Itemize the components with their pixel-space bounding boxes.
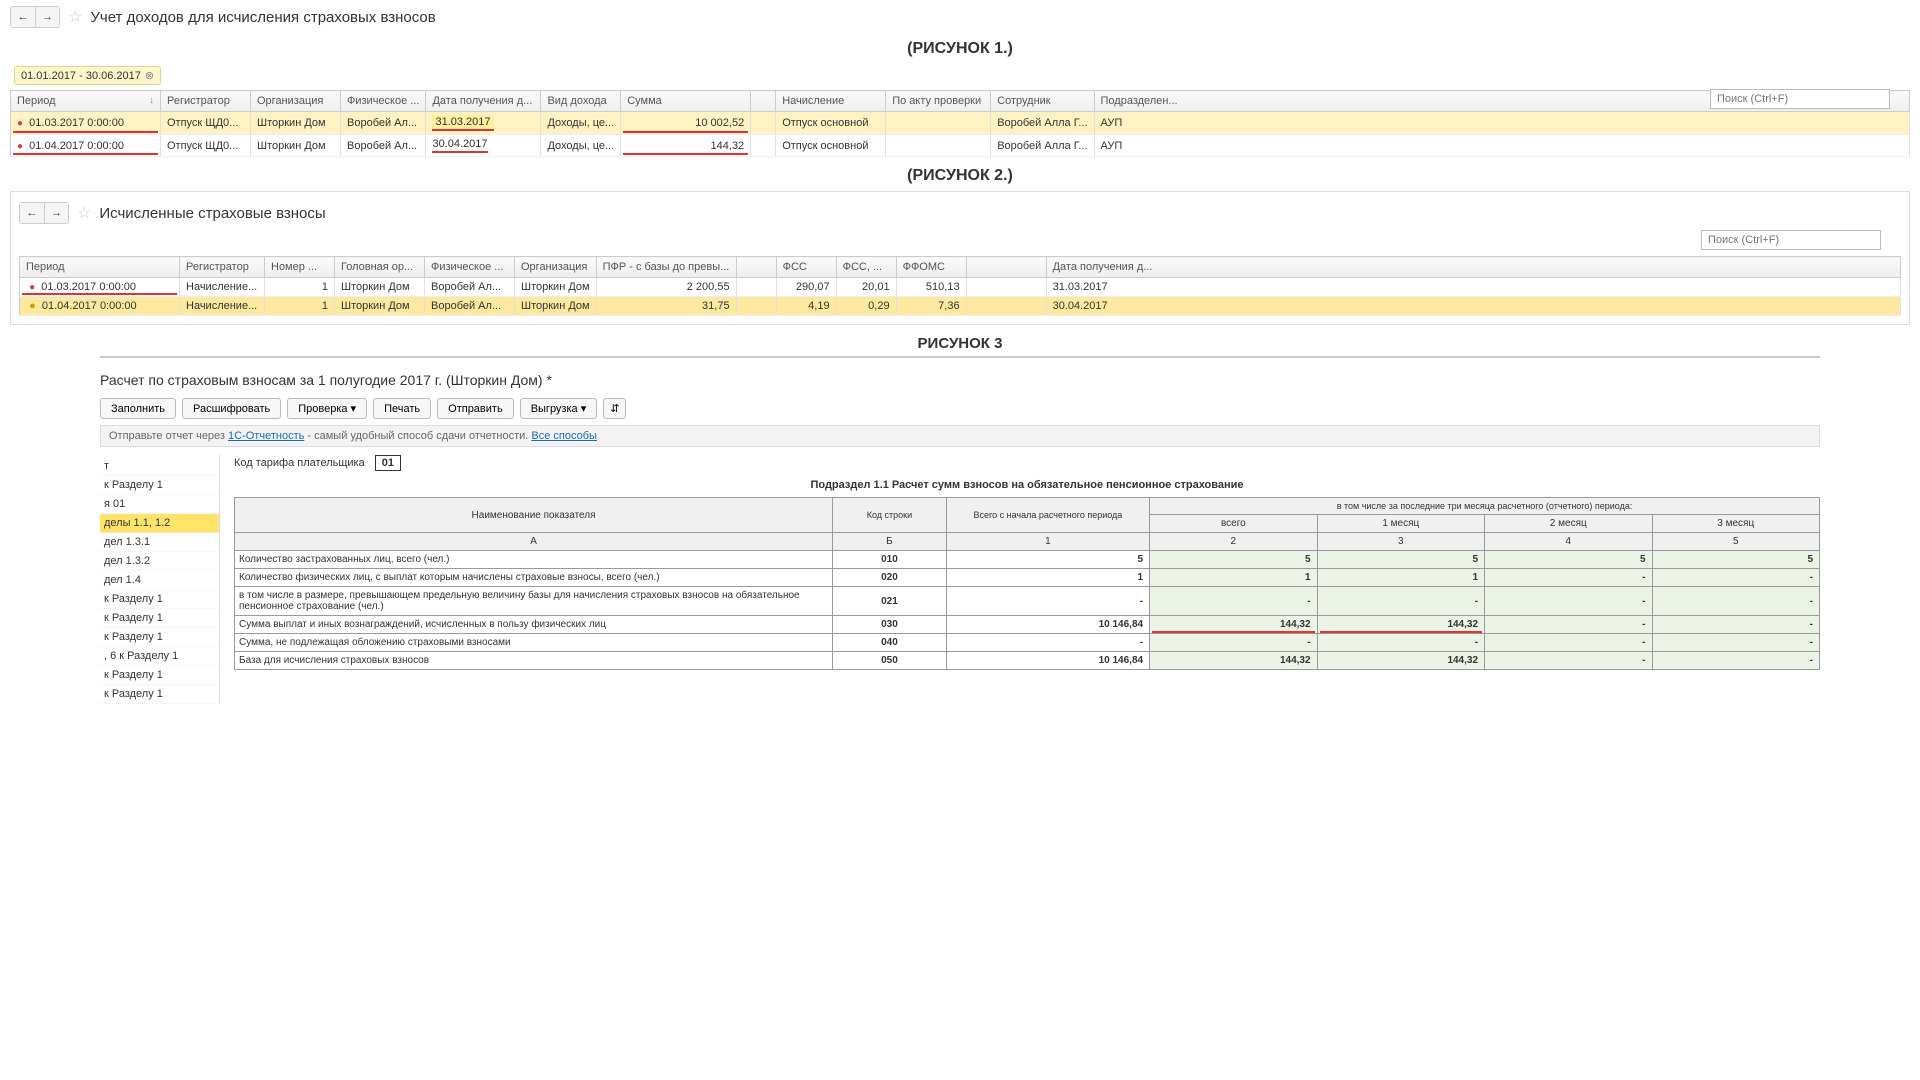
- table-row[interactable]: ● 01.03.2017 0:00:00 Отпуск ЩД0...Шторки…: [11, 112, 1910, 135]
- contrib-grid: Период Регистратор Номер ... Головная ор…: [19, 256, 1901, 316]
- col-nach[interactable]: Начисление: [776, 91, 886, 112]
- col-akt[interactable]: По акту проверки: [886, 91, 991, 112]
- tree-item[interactable]: т: [100, 457, 219, 476]
- figure-1-label: (РИСУНОК 1.): [10, 40, 1910, 58]
- h-name: Наименование показателя: [235, 498, 833, 533]
- h-code: Код строки: [833, 498, 947, 533]
- h-total: Всего с начала расчетного периода: [946, 498, 1149, 533]
- col-period[interactable]: Период: [20, 257, 180, 278]
- search-input[interactable]: [1701, 230, 1881, 250]
- tree-item[interactable]: дел 1.3.1: [100, 533, 219, 552]
- link-all-ways[interactable]: Все способы: [531, 430, 597, 442]
- col-sum[interactable]: Сумма: [621, 91, 751, 112]
- col-registrator[interactable]: Регистратор: [161, 91, 251, 112]
- tarif-label: Код тарифа плательщика: [234, 457, 365, 469]
- star-icon[interactable]: ☆: [68, 7, 82, 27]
- report-row: Количество застрахованных лиц, всего (че…: [235, 551, 1820, 569]
- report-row: Сумма выплат и иных вознаграждений, исчи…: [235, 616, 1820, 634]
- col-period[interactable]: Период↓: [11, 91, 161, 112]
- col-sotr[interactable]: Сотрудник: [991, 91, 1094, 112]
- section-tree: тк Разделу 1я 01делы 1.1, 1.2дел 1.3.1де…: [100, 455, 220, 704]
- tarif-value[interactable]: 01: [375, 455, 401, 471]
- toolbar-button-1[interactable]: Расшифровать: [182, 398, 281, 419]
- back-button[interactable]: ←: [11, 7, 35, 27]
- col-fiz[interactable]: Физическое ...: [425, 257, 515, 278]
- col-pfr[interactable]: ПФР - с базы до превы...: [596, 257, 736, 278]
- tree-item[interactable]: делы 1.1, 1.2: [100, 514, 219, 533]
- col-reg[interactable]: Регистратор: [180, 257, 265, 278]
- col-fssd[interactable]: ФСС, ...: [836, 257, 896, 278]
- toolbar-button-0[interactable]: Заполнить: [100, 398, 176, 419]
- forward-button[interactable]: →: [44, 203, 68, 223]
- col-fiz[interactable]: Физическое ...: [341, 91, 426, 112]
- figure-2-label: (РИСУНОК 2.): [0, 167, 1920, 185]
- tree-item[interactable]: к Разделу 1: [100, 685, 219, 704]
- table-row[interactable]: ● 01.04.2017 0:00:00 Начисление...1Шторк…: [20, 297, 1901, 316]
- report-row: Сумма, не подлежащая обложению страховым…: [235, 634, 1820, 652]
- report-row: в том числе в размере, превышающем преде…: [235, 587, 1820, 616]
- report-row: Количество физических лиц, с выплат кото…: [235, 569, 1820, 587]
- hint-bar: Отправьте отчет через 1С-Отчетность - са…: [100, 425, 1820, 447]
- tree-item[interactable]: к Разделу 1: [100, 666, 219, 685]
- page-title-1: Учет доходов для исчисления страховых вз…: [90, 9, 435, 26]
- tree-item[interactable]: дел 1.3.2: [100, 552, 219, 571]
- tree-item[interactable]: к Разделу 1: [100, 628, 219, 647]
- nav-buttons-1: ← →: [10, 6, 60, 28]
- report-title: Расчет по страховым взносам за 1 полугод…: [100, 372, 1820, 388]
- report-toolbar: Заполнить Расшифровать Проверка ▾ Печать Отп…: [100, 398, 1820, 419]
- tree-item[interactable]: к Разделу 1: [100, 609, 219, 628]
- h-group: в том числе за последние три месяца расч…: [1150, 498, 1820, 515]
- tree-item[interactable]: дел 1.4: [100, 571, 219, 590]
- tree-item[interactable]: к Разделу 1: [100, 476, 219, 495]
- col-blank: [751, 91, 776, 112]
- report-row: База для исчисления страховых взносов050…: [235, 652, 1820, 670]
- col-vid[interactable]: Вид дохода: [541, 91, 621, 112]
- link-1c-report[interactable]: 1С-Отчетность: [228, 430, 304, 442]
- col-date[interactable]: Дата получения д...: [426, 91, 541, 112]
- toolbar-button-3[interactable]: Печать: [373, 398, 431, 419]
- toolbar-button-2[interactable]: Проверка ▾: [287, 398, 367, 419]
- table-row[interactable]: ● 01.04.2017 0:00:00 Отпуск ЩД0...Шторки…: [11, 135, 1910, 157]
- tree-item[interactable]: , 6 к Разделу 1: [100, 647, 219, 666]
- col-date[interactable]: Дата получения д...: [1046, 257, 1900, 278]
- grid-header: Период↓ Регистратор Организация Физическ…: [11, 91, 1910, 112]
- chip-close-icon[interactable]: ⊗: [145, 69, 154, 82]
- col-blank2: [966, 257, 1046, 278]
- table-row[interactable]: ● 01.03.2017 0:00:00 Начисление...1Шторк…: [20, 278, 1901, 297]
- figure-3-label: РИСУНОК 3: [0, 335, 1920, 352]
- nav-buttons-2: ← →: [19, 202, 69, 224]
- tree-item[interactable]: к Разделу 1: [100, 590, 219, 609]
- search-box-2: [1701, 230, 1881, 250]
- attach-button[interactable]: ⇵: [603, 398, 626, 419]
- forward-button[interactable]: →: [35, 7, 59, 27]
- toolbar-button-4[interactable]: Отправить: [437, 398, 514, 419]
- star-icon[interactable]: ☆: [77, 203, 91, 223]
- col-org[interactable]: Организация: [515, 257, 597, 278]
- report-table: Наименование показателя Код строки Всего…: [234, 497, 1820, 670]
- subsection-title: Подраздел 1.1 Расчет сумм взносов на обя…: [234, 479, 1820, 491]
- back-button[interactable]: ←: [20, 203, 44, 223]
- col-num[interactable]: Номер ...: [265, 257, 335, 278]
- col-fss[interactable]: ФСС: [776, 257, 836, 278]
- col-ffoms[interactable]: ФФОМС: [896, 257, 966, 278]
- col-org[interactable]: Организация: [251, 91, 341, 112]
- income-grid: Период↓ Регистратор Организация Физическ…: [10, 90, 1910, 157]
- tree-item[interactable]: я 01: [100, 495, 219, 514]
- toolbar-button-5[interactable]: Выгрузка ▾: [520, 398, 598, 419]
- search-box-1: [1710, 89, 1890, 109]
- search-input[interactable]: [1710, 89, 1890, 109]
- period-filter-chip[interactable]: 01.01.2017 - 30.06.2017 ⊗: [14, 66, 161, 85]
- col-golov[interactable]: Головная ор...: [335, 257, 425, 278]
- col-blank1: [736, 257, 776, 278]
- page-title-2: Исчисленные страховые взносы: [99, 205, 325, 222]
